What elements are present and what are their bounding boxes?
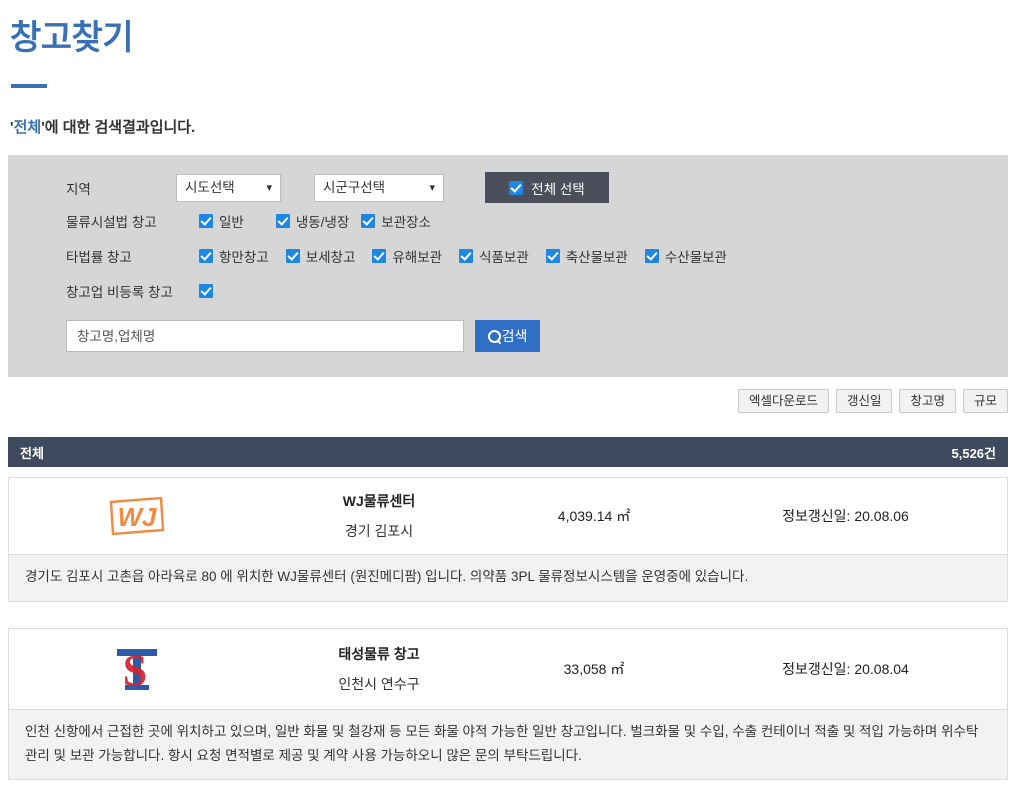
sort-toolbar: 엑셀다운로드 갱신일 창고명 규모	[737, 389, 1008, 413]
checkbox-label: 수산물보관	[664, 250, 727, 265]
checkbox-label: 보관장소	[381, 215, 431, 230]
result-size-cell: 4,039.14 ㎡	[494, 506, 694, 526]
search-button-label: 검색	[501, 328, 528, 344]
filter-label-other-law: 타법률 창고	[66, 250, 132, 265]
sort-size-button[interactable]: 규모	[962, 389, 1008, 413]
checkbox-logi-2[interactable]: 보관장소	[361, 211, 431, 231]
search-input[interactable]	[66, 320, 464, 352]
results-count-bar: 전체 5,526건	[8, 437, 1008, 467]
select-all-button[interactable]: 전체 선택	[485, 172, 609, 203]
results-count-label: 전체	[20, 445, 44, 461]
page-title: 창고찾기	[10, 19, 134, 57]
sigungu-select[interactable]: 시군구선택	[314, 173, 444, 202]
result-updated-cell: 정보갱신일: 20.08.04	[782, 661, 909, 677]
sort-name-button[interactable]: 창고명	[899, 389, 956, 413]
warehouse-search-page: 창고찾기 '전체'에 대한 검색결과입니다. 지역 시도선택 ▾ 시군구선택 ▾	[0, 0, 1016, 800]
result-description: 경기도 김포시 고촌읍 아라육로 80 에 위치한 WJ물류센터 (원진메디팜)…	[9, 554, 1007, 601]
warehouse-size-unit: ㎡	[616, 508, 631, 524]
checkbox-other-2[interactable]: 유해보관	[372, 246, 442, 266]
checkbox-other-4[interactable]: 축산물보관	[545, 246, 628, 266]
excel-download-button[interactable]: 엑셀다운로드	[737, 389, 829, 413]
warehouse-size-unit: ㎡	[610, 661, 625, 677]
result-card-0[interactable]: WJ WJ물류센터 경기 김포시 4,039.14 ㎡ 정보갱신일: 20.08…	[8, 477, 1008, 602]
filter-panel: 지역 시도선택 ▾ 시군구선택 ▾ 전체 선택 물류시설법 창고 일반 냉동/냉…	[8, 155, 1008, 377]
ts-logo: S	[116, 646, 157, 695]
result-logo-cell: S	[9, 629, 264, 709]
search-icon	[487, 329, 501, 343]
checkbox-other-1[interactable]: 보세창고	[285, 246, 356, 266]
filter-label-logistics-law: 물류시설법 창고	[66, 215, 157, 230]
title-underline-rule	[11, 84, 47, 88]
checkbox-label: 보세창고	[305, 250, 356, 265]
filter-row-region: 지역 시도선택 ▾ 시군구선택 ▾ 전체 선택	[66, 172, 609, 203]
result-name-cell: 태성물류 창고 인천시 연수구	[264, 644, 494, 694]
svg-text:WJ: WJ	[117, 502, 157, 532]
warehouse-name: 태성물류 창고	[338, 646, 420, 662]
checkbox-icon[interactable]	[199, 249, 213, 263]
checkbox-icon[interactable]	[285, 249, 300, 263]
checkbox-other-0[interactable]: 항만창고	[199, 246, 269, 266]
select-all-checkbox-icon[interactable]	[509, 180, 524, 195]
checkbox-icon[interactable]	[199, 214, 213, 228]
checkbox-icon[interactable]	[644, 249, 659, 263]
checkbox-icon[interactable]	[372, 249, 387, 263]
result-card-main[interactable]: S 태성물류 창고 인천시 연수구 33,058 ㎡ 정보갱신일: 20.08.…	[9, 629, 1007, 709]
result-card-1[interactable]: S 태성물류 창고 인천시 연수구 33,058 ㎡ 정보갱신일: 20.08.…	[8, 628, 1008, 781]
warehouse-name: WJ물류센터	[342, 493, 416, 509]
filter-label-unregistered: 창고업 비등록 창고	[66, 285, 173, 300]
result-description: 인천 신항에서 근접한 곳에 위치하고 있으며, 일반 화물 및 철강재 등 모…	[9, 709, 1007, 780]
checkbox-label: 식품보관	[479, 250, 529, 265]
select-all-label: 전체 선택	[531, 181, 585, 197]
checkbox-icon-unregistered[interactable]	[199, 284, 213, 298]
sigungu-select-wrap[interactable]: 시군구선택 ▾	[314, 173, 444, 202]
result-card-main[interactable]: WJ WJ물류센터 경기 김포시 4,039.14 ㎡ 정보갱신일: 20.08…	[9, 478, 1007, 554]
checkbox-label: 축산물보관	[565, 250, 628, 265]
filter-row-other-law: 타법률 창고 항만창고 보세창고 유해보관 식품보관 축산물보관 수산물보관	[66, 246, 727, 266]
filter-row-logistics-law: 물류시설법 창고 일반 냉동/냉장 보관장소	[66, 211, 447, 231]
result-size-cell: 33,058 ㎡	[494, 659, 694, 679]
checkbox-label: 냉동/냉장	[295, 215, 350, 230]
warehouse-location: 경기 김포시	[344, 523, 414, 539]
result-updated-cell: 정보갱신일: 20.08.06	[782, 508, 909, 524]
result-logo-cell: WJ	[9, 478, 264, 554]
checkbox-icon[interactable]	[361, 214, 376, 228]
result-name-cell: WJ물류센터 경기 김포시	[264, 491, 494, 541]
results-count-value: 5,526건	[951, 445, 997, 461]
svg-text:S: S	[122, 646, 146, 695]
sido-select-wrap[interactable]: 시도선택 ▾	[176, 173, 281, 202]
checkbox-icon[interactable]	[459, 249, 474, 263]
search-row: 검색	[66, 320, 540, 352]
checkbox-icon[interactable]	[545, 249, 560, 263]
search-button[interactable]: 검색	[475, 320, 540, 352]
sido-select[interactable]: 시도선택	[176, 173, 281, 202]
warehouse-size: 33,058	[563, 661, 607, 677]
warehouse-location: 인천시 연수구	[338, 676, 420, 692]
checkbox-other-5[interactable]: 수산물보관	[644, 246, 727, 266]
sort-updated-button[interactable]: 갱신일	[835, 389, 893, 413]
checkbox-logi-0[interactable]: 일반	[199, 211, 244, 231]
checkbox-label: 항만창고	[219, 250, 269, 265]
checkbox-icon[interactable]	[275, 214, 290, 228]
search-keyword: 전체	[13, 119, 42, 136]
result-summary-text: '에 대한 검색결과입니다.	[41, 119, 196, 136]
filter-label-region: 지역	[66, 181, 91, 197]
checkbox-other-3[interactable]: 식품보관	[459, 246, 529, 266]
warehouse-size: 4,039.14	[557, 508, 613, 524]
checkbox-logi-1[interactable]: 냉동/냉장	[275, 211, 350, 231]
checkbox-label: 유해보관	[392, 250, 443, 265]
search-result-summary: '전체'에 대한 검색결과입니다.	[10, 116, 195, 137]
checkbox-label: 일반	[219, 215, 244, 230]
filter-row-unregistered: 창고업 비등록 창고	[66, 281, 213, 301]
wj-logo: WJ	[109, 496, 164, 536]
